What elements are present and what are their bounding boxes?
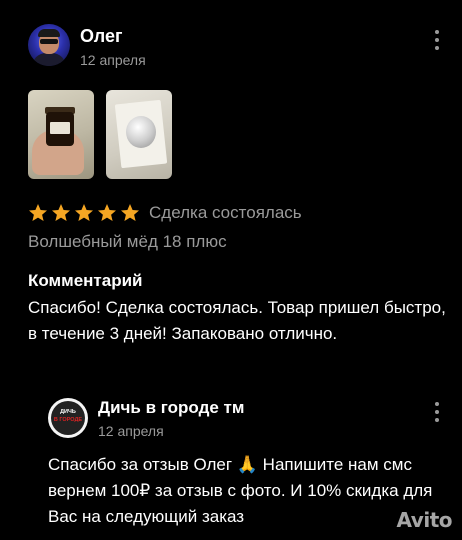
star-icon [98,204,116,221]
review-photo-1[interactable] [28,90,94,179]
reply-text: Спасибо за отзыв Олег 🙏 Напишите нам смс… [48,455,433,526]
reply-more-options-icon[interactable] [434,402,440,422]
more-options-icon[interactable] [434,30,440,50]
author-name[interactable]: Олег [80,26,122,47]
deal-status: Сделка состоялась [149,203,302,222]
comment-heading: Комментарий [28,271,143,290]
seller-name[interactable]: Дичь в городе тм [98,398,244,418]
review-photos [28,90,172,179]
star-icon [75,204,93,221]
product-name[interactable]: Волшебный мёд 18 плюс [28,232,227,252]
review-header: Олег 12 апреля [28,22,462,72]
rating-row: Сделка состоялась [28,200,302,226]
star-icon [121,204,139,221]
star-icon [52,204,70,221]
author-avatar[interactable] [28,24,70,66]
avito-watermark: Avito [396,508,453,532]
reply-date: 12 апреля [98,423,164,439]
comment-text: Спасибо! Сделка состоялась. Товар пришел… [28,298,446,343]
review-photo-2[interactable] [106,90,172,179]
seller-logo[interactable]: ДИЧЬ В ГОРОДЕ [48,398,88,438]
star-icon [29,204,47,221]
review-date: 12 апреля [80,52,146,68]
